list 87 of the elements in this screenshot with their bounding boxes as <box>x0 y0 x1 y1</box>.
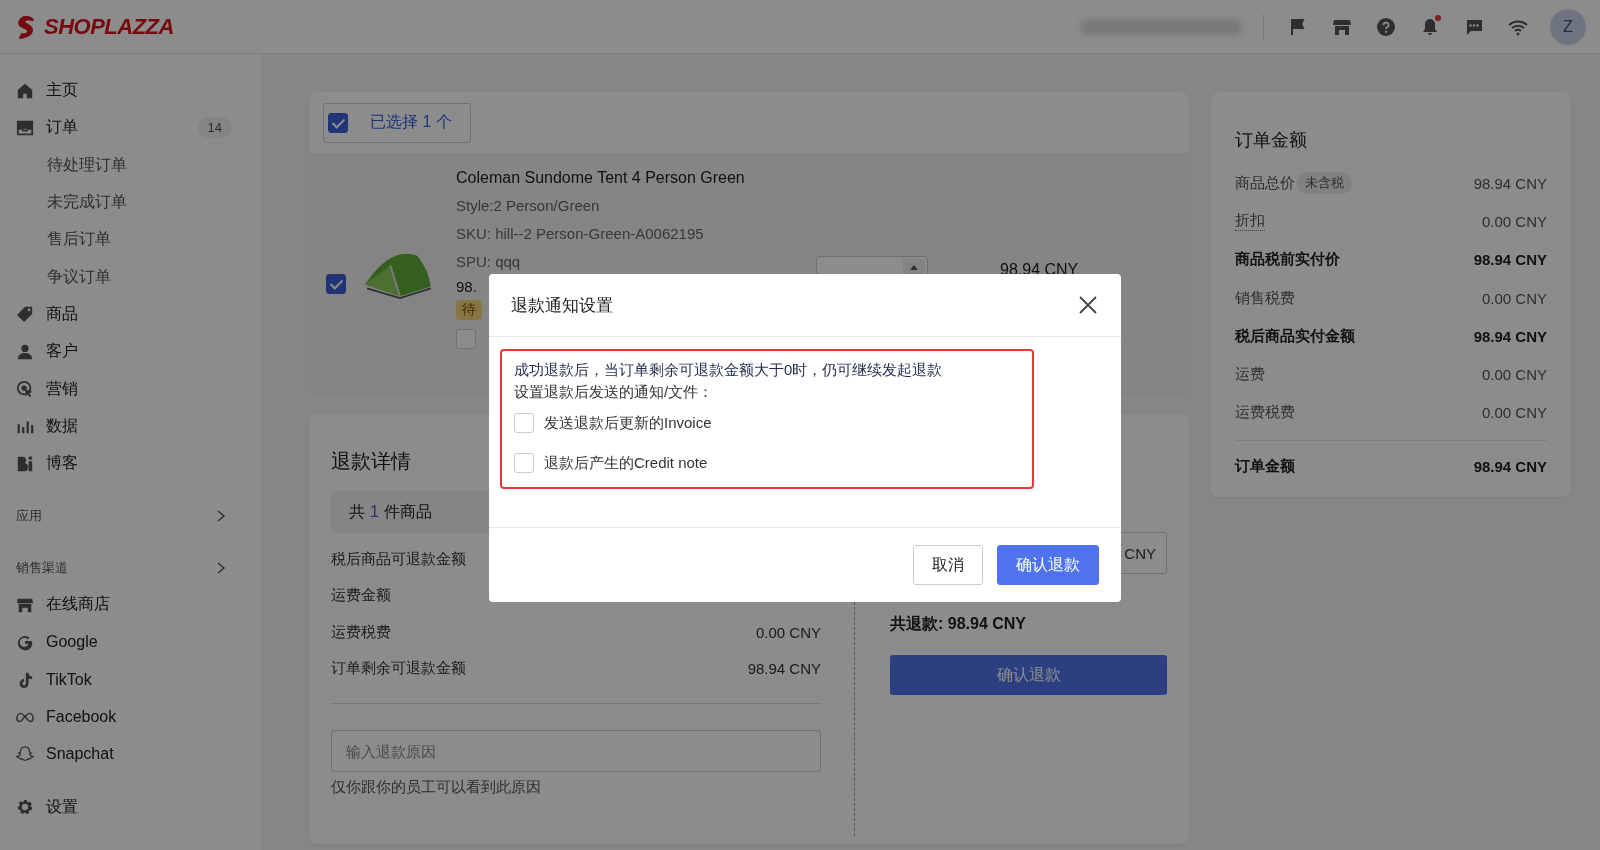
row-value: 98.94 CNY <box>1473 251 1547 269</box>
sidebar-item[interactable]: TikTok <box>14 660 250 699</box>
option-label: 发送退款后更新的Invoice <box>544 413 712 433</box>
sidebar-item[interactable]: 设置 <box>14 788 250 827</box>
close-button[interactable] <box>1077 294 1099 316</box>
product-name: Coleman Sundome Tent 4 Person Green <box>456 168 746 188</box>
row-value: 0.00 CNY <box>1481 404 1547 422</box>
cancel-button[interactable]: 取消 <box>913 545 983 585</box>
chevron-right-icon <box>216 562 226 575</box>
tag-icon <box>16 305 34 324</box>
sidebar-item[interactable]: 商品 <box>14 295 250 334</box>
product-detail: Style:2 Person/Green <box>456 196 601 216</box>
sidebar-subitem[interactable]: 售后订单 <box>14 221 250 259</box>
card-title: 退款详情 <box>331 449 411 474</box>
logo-text: SHOPLAZZA <box>44 13 174 40</box>
sidebar-item[interactable]: 客户 <box>14 333 250 371</box>
dialog-title: 退款通知设置 <box>511 294 613 317</box>
row-label: 商品税前实付价 <box>1235 250 1340 270</box>
status-badge: 待 <box>456 300 482 320</box>
row-value: 98.94 CNY <box>747 660 821 678</box>
row-value: 0.00 CNY <box>1481 289 1547 307</box>
inbox-icon <box>16 118 34 137</box>
home-icon <box>16 81 34 100</box>
stepper-up-button[interactable] <box>903 259 925 275</box>
cursor-icon <box>16 380 34 398</box>
blog-icon <box>16 454 34 473</box>
refund-total: 共退款: 98.94 CNY <box>890 614 1028 634</box>
section-heading: 应用 <box>16 507 42 526</box>
confirm-button[interactable]: 确认退款 <box>997 545 1099 585</box>
row-label: 运费 <box>1235 365 1265 385</box>
product-checkbox[interactable] <box>326 274 346 294</box>
confirm-refund-button[interactable]: 确认退款 <box>890 655 1167 695</box>
row-value: 0.00 CNY <box>1481 366 1547 384</box>
row-label: 运费税费 <box>331 622 391 642</box>
product-price: 98. <box>456 277 478 290</box>
sidebar-item[interactable]: 博客 <box>14 444 250 483</box>
tax-badge: 未含税 <box>1297 172 1352 195</box>
sidebar-section[interactable]: 应用 <box>14 498 250 535</box>
reason-field[interactable]: 输入退款原因 <box>331 730 821 772</box>
sidebar-item[interactable]: 营销 <box>14 370 250 408</box>
sidebar-item[interactable]: 数据 <box>14 407 250 445</box>
row-label: 商品总价 <box>1235 173 1295 193</box>
row-value: 0.00 CNY <box>1481 212 1547 230</box>
sidebar-item[interactable]: Facebook <box>14 698 250 736</box>
chevron-right-icon <box>216 510 226 523</box>
count-badge: 14 <box>197 117 232 139</box>
card-title: 订单金额 <box>1235 129 1308 152</box>
row-value: 98.94 CNY <box>1473 174 1547 192</box>
total-value: 98.94 CNY <box>1473 457 1547 475</box>
sidebar-subitem[interactable]: 未完成订单 <box>14 183 250 222</box>
row-label: 税后商品实付金额 <box>1235 326 1355 346</box>
g-letter-icon <box>16 633 34 652</box>
person-icon <box>16 342 34 361</box>
ghost-icon <box>16 745 34 764</box>
sidebar-subitem[interactable]: 争议订单 <box>14 258 250 296</box>
row-value: 98.94 CNY <box>1473 327 1547 345</box>
prompt-text: 设置退款后发送的通知/文件： <box>514 382 715 402</box>
product-detail: SKU: hill--2 Person-Green-A0062195 <box>456 224 705 244</box>
sidebar-item[interactable]: 主页 <box>14 72 250 110</box>
product-detail: SPU: qqq <box>456 252 522 272</box>
sidebar-item[interactable]: Google <box>14 623 250 661</box>
row-label: 订单剩余可退款金额 <box>331 659 466 679</box>
sidebar-section[interactable]: 销售渠道 <box>14 550 250 587</box>
row-label: 运费金额 <box>331 586 391 606</box>
selection-button[interactable]: 已选择 1 个 <box>323 102 471 143</box>
sidebar-subitem[interactable]: 待处理订单 <box>14 146 250 184</box>
row-value: 0.00 CNY <box>755 623 821 641</box>
user-avatar[interactable]: Z <box>1550 8 1586 45</box>
select-all-checkbox[interactable] <box>328 112 348 133</box>
sidebar-item[interactable]: Snapchat <box>14 735 250 773</box>
help-text: 仅你跟你的员工可以看到此原因 <box>331 778 542 797</box>
option-label: 退款后产生的Credit note <box>544 453 708 473</box>
row-label: 销售税费 <box>1235 288 1295 308</box>
settings-icon <box>16 798 34 817</box>
sidebar-item[interactable]: 订单 14 <box>14 109 250 147</box>
row-label: 运费税费 <box>1235 403 1295 423</box>
help-icon[interactable] <box>1376 16 1396 37</box>
notification-button[interactable] <box>1420 16 1440 37</box>
checkbox[interactable] <box>456 329 476 349</box>
checkbox[interactable] <box>514 453 534 473</box>
section-heading: 销售渠道 <box>16 559 68 578</box>
total-label: 订单金额 <box>1235 456 1295 476</box>
row-label: 税后商品可退款金额 <box>331 549 466 569</box>
checkbox[interactable] <box>514 413 534 433</box>
sidebar-item[interactable]: 在线商店 <box>14 586 250 624</box>
tooltip-label[interactable]: 折扣 <box>1235 211 1265 232</box>
notice-text: 成功退款后，当订单剩余可退款金额大于0时，仍可继续发起退款 <box>514 360 944 380</box>
